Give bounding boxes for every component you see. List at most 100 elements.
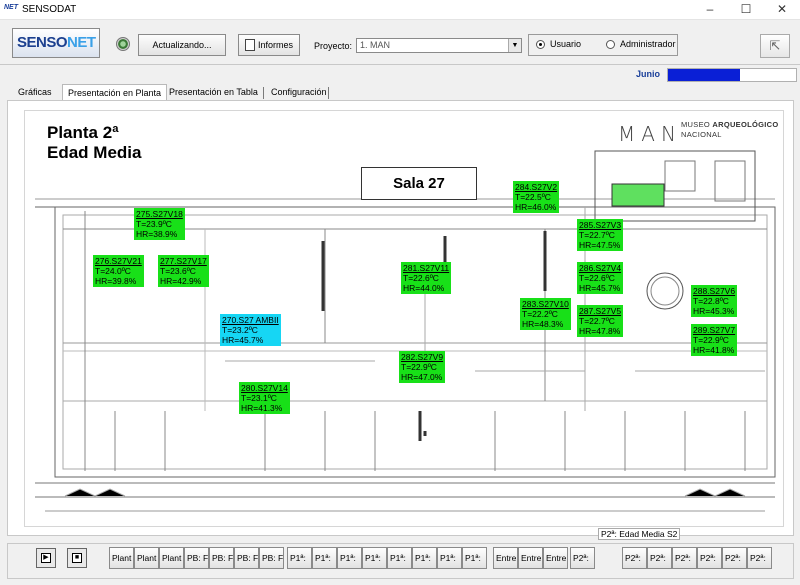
sensor-humidity: HR=45.7% <box>579 283 621 293</box>
update-button[interactable]: Actualizando... <box>138 34 226 56</box>
sensor-temperature: T=23.2ºC <box>222 325 258 335</box>
toolbar-divider <box>0 64 800 65</box>
page-tab[interactable]: P1ª: <box>337 547 362 569</box>
tab-configuracion[interactable]: Configuración <box>266 84 332 101</box>
sensor-temperature: T=22.5ºC <box>515 192 551 202</box>
museum-name: MUSEO ARQUEOLÓGICO NACIONAL <box>681 120 779 140</box>
reports-label: Informes <box>257 40 293 50</box>
admin-mode-label[interactable]: Administrador <box>620 39 676 49</box>
logo-text-net: NET <box>67 34 96 51</box>
sensor-id[interactable]: 277.S27V17 <box>160 256 207 266</box>
page-tab[interactable]: Plant <box>159 547 184 569</box>
sensor-id[interactable]: 288.S27V6 <box>693 286 735 296</box>
sensor-temperature: T=22.6ºC <box>403 273 439 283</box>
page-tab[interactable]: P2ª: <box>570 547 595 569</box>
page-tab[interactable]: P2ª: <box>747 547 772 569</box>
page-tab[interactable]: Plant <box>109 547 134 569</box>
sensor-286[interactable]: 286.S27V4 T=22.6ºC HR=45.7% <box>577 262 624 294</box>
page-tab[interactable]: Entre <box>543 547 568 569</box>
page-tab[interactable]: P2ª: <box>622 547 647 569</box>
play-button[interactable]: ▶ <box>36 548 56 568</box>
plan-title: Planta 2ª Edad Media <box>47 123 141 163</box>
tab-presentacion-tabla[interactable]: Presentación en Tabla <box>164 84 263 101</box>
page-tab[interactable]: Plant <box>134 547 159 569</box>
page-tab[interactable]: P1ª: <box>287 547 312 569</box>
reports-button[interactable]: Informes <box>238 34 300 56</box>
sensor-id[interactable]: 286.S27V4 <box>579 263 621 273</box>
user-mode-label[interactable]: Usuario <box>550 39 581 49</box>
sensor-id[interactable]: 276.S27V21 <box>95 256 142 266</box>
tab-graficas[interactable]: Gráficas <box>13 84 57 101</box>
page-tab[interactable]: P1ª: <box>412 547 437 569</box>
sensor-humidity: HR=44.0% <box>403 283 445 293</box>
sensor-280[interactable]: 280.S27V14 T=23.1ºC HR=41.3% <box>239 382 290 414</box>
admin-mode-radio[interactable] <box>606 40 615 49</box>
sensor-275[interactable]: 275.S27V18 T=23.9ºC HR=38.9% <box>134 208 185 240</box>
project-select[interactable]: 1. MAN ▼ <box>356 38 522 53</box>
connection-status-icon[interactable] <box>116 37 130 51</box>
chevron-down-icon[interactable]: ▼ <box>508 39 521 52</box>
sensor-id[interactable]: 281.S27V11 <box>403 263 449 273</box>
sensor-287[interactable]: 287.S27V5 T=22.7ºC HR=47.8% <box>577 305 624 337</box>
sensor-humidity: HR=42.9% <box>160 276 202 286</box>
sensor-humidity: HR=38.9% <box>136 229 178 239</box>
sensor-270-ambient[interactable]: 270.S27 AMBII T=23.2ºC HR=45.7% <box>220 314 281 346</box>
minimize-button[interactable]: – <box>690 1 730 19</box>
sensor-id[interactable]: 284.S27V2 <box>515 182 557 192</box>
sensor-id[interactable]: 285.S27V3 <box>579 220 621 230</box>
page-tab[interactable]: P1ª: <box>437 547 462 569</box>
sensor-289[interactable]: 289.S27V7 T=22.9ºC HR=41.8% <box>691 324 738 356</box>
sensor-id[interactable]: 280.S27V14 <box>241 383 288 393</box>
sensor-temperature: T=23.9ºC <box>136 219 172 229</box>
sensor-283[interactable]: 283.S27V10 T=22.2ºC HR=48.3% <box>520 298 571 330</box>
page-tab[interactable]: PB: F <box>234 547 259 569</box>
sensor-id[interactable]: 283.S27V10 <box>522 299 569 309</box>
sensor-282[interactable]: 282.S27V9 T=22.9ºC HR=47.0% <box>399 351 446 383</box>
stop-button[interactable]: ■ <box>67 548 87 568</box>
page-tab[interactable]: PB: F <box>184 547 209 569</box>
sensor-281[interactable]: 281.S27V11 T=22.6ºC HR=44.0% <box>401 262 452 294</box>
page-tab[interactable]: PB: F <box>209 547 234 569</box>
page-tab[interactable]: PB: F <box>259 547 284 569</box>
progress-fill <box>668 69 740 81</box>
sensor-humidity: HR=41.3% <box>241 403 283 413</box>
user-mode-radio[interactable] <box>536 40 545 49</box>
sensor-temperature: T=23.1ºC <box>241 393 277 403</box>
page-tab[interactable]: Entre <box>518 547 543 569</box>
close-button[interactable]: ✕ <box>762 1 800 19</box>
exit-icon[interactable]: ⇱ <box>760 34 790 58</box>
stop-icon: ■ <box>72 553 82 563</box>
sensor-284[interactable]: 284.S27V2 T=22.5ºC HR=46.0% <box>513 181 560 213</box>
sensor-288[interactable]: 288.S27V6 T=22.8ºC HR=45.3% <box>691 285 738 317</box>
page-tab[interactable]: Entre <box>493 547 518 569</box>
page-tab[interactable]: P2ª: <box>647 547 672 569</box>
project-label: Proyecto: <box>314 41 353 51</box>
sensor-temperature: T=22.2ºC <box>522 309 558 319</box>
page-tab[interactable]: P1ª: <box>462 547 487 569</box>
plan-title-line1: Planta 2ª <box>47 123 119 142</box>
sensor-humidity: HR=48.3% <box>522 319 564 329</box>
sensor-277[interactable]: 277.S27V17 T=23.6ºC HR=42.9% <box>158 255 209 287</box>
sensor-id[interactable]: 287.S27V5 <box>579 306 621 316</box>
museum-name-a: MUSEO <box>681 120 713 129</box>
page-tab[interactable]: P1ª: <box>387 547 412 569</box>
sensor-humidity: HR=47.5% <box>579 240 621 250</box>
page-tab[interactable]: P1ª: <box>362 547 387 569</box>
page-tab[interactable]: P1ª: <box>312 547 337 569</box>
sensor-id[interactable]: 270.S27 AMBII <box>222 315 279 325</box>
sensor-id[interactable]: 289.S27V7 <box>693 325 735 335</box>
page-tab[interactable]: P2ª: <box>697 547 722 569</box>
project-select-value: 1. MAN <box>360 40 391 50</box>
mode-radio-group: Usuario Administrador <box>528 34 678 56</box>
page-tab[interactable]: P2ª: <box>722 547 747 569</box>
sensor-temperature: T=22.6ºC <box>579 273 615 283</box>
sensor-temperature: T=22.9ºC <box>693 335 729 345</box>
maximize-button[interactable]: ☐ <box>726 1 766 19</box>
sensor-285[interactable]: 285.S27V3 T=22.7ºC HR=47.5% <box>577 219 624 251</box>
sensor-id[interactable]: 275.S27V18 <box>136 209 183 219</box>
sensor-id[interactable]: 282.S27V9 <box>401 352 443 362</box>
page-tab[interactable]: P2ª: <box>672 547 697 569</box>
sensor-276[interactable]: 276.S27V21 T=24.0ºC HR=39.8% <box>93 255 144 287</box>
month-label: Junio <box>636 69 660 79</box>
sensor-humidity: HR=47.8% <box>579 326 621 336</box>
